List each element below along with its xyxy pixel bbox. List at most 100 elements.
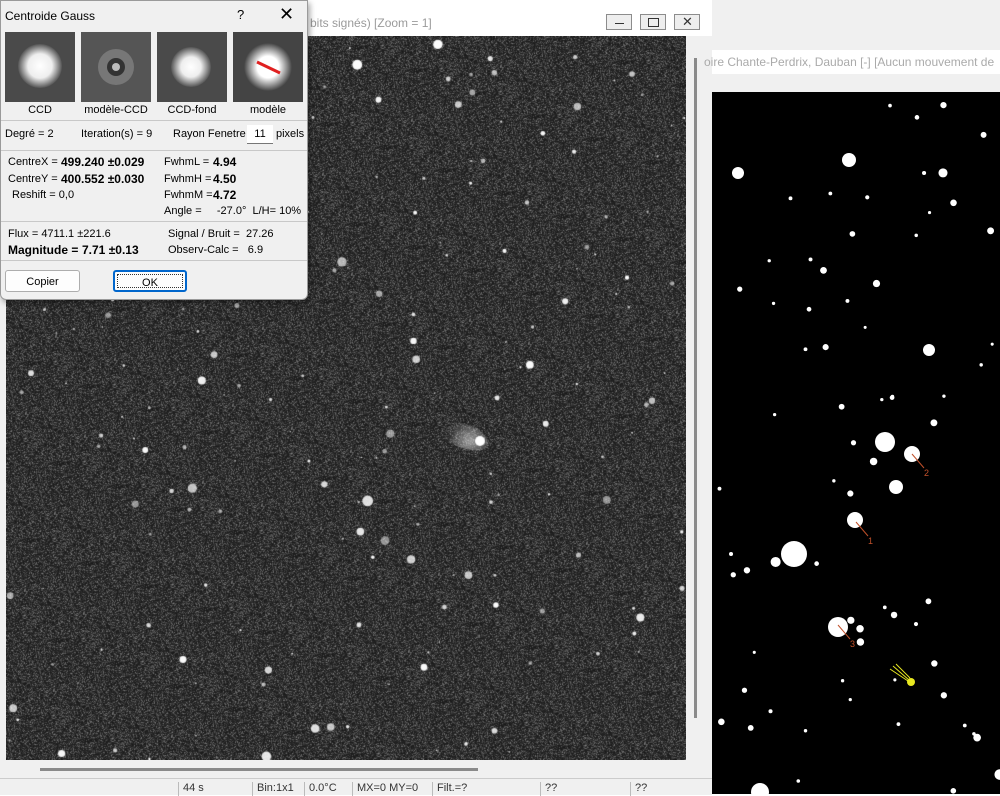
signal-noise-label: Signal / Bruit = 27.26: [168, 228, 274, 240]
fwhml-label: FwhmL =: [164, 156, 210, 168]
vertical-scrollbar[interactable]: [686, 36, 706, 760]
map-star: [847, 616, 855, 624]
map-star: [930, 419, 938, 427]
map-star: [856, 625, 864, 633]
map-star: [730, 572, 736, 578]
thumbnail-label: modèle: [249, 104, 287, 116]
copy-button[interactable]: Copier: [5, 270, 80, 292]
map-star: [806, 306, 812, 312]
map-star: [814, 561, 819, 566]
map-star: [925, 598, 932, 605]
ccd-background-image: [157, 32, 227, 102]
close-icon: ✕: [682, 14, 693, 29]
map-star: [914, 115, 920, 120]
map-star: [840, 679, 845, 683]
map-star: [922, 170, 927, 176]
fwhml-value: 4.94: [213, 155, 237, 169]
map-star: [747, 724, 754, 731]
window-radius-input[interactable]: 11: [247, 125, 273, 144]
centroid-gauss-dialog: Centroide Gauss ? ✕ CCD modèle-CCD CCD-f…: [0, 0, 308, 300]
map-label-leader: [855, 521, 869, 537]
map-star: [718, 718, 725, 726]
scroll-thumb[interactable]: [40, 768, 478, 771]
map-star: [832, 479, 836, 483]
map-star: [847, 490, 854, 497]
map-star: [803, 347, 808, 352]
gauss-model-image: [233, 32, 303, 102]
map-star: [880, 397, 884, 402]
scroll-thumb[interactable]: [694, 58, 697, 718]
map-star-bright: [842, 153, 856, 167]
map-star-bright: [847, 512, 863, 528]
map-star: [938, 168, 948, 178]
map-star: [872, 279, 881, 288]
sky-map[interactable]: 1 2 3: [712, 92, 1000, 794]
map-star: [940, 692, 948, 699]
ccd-star-image: [5, 32, 75, 102]
flux-label: Flux = 4711.1 ±221.6: [8, 228, 111, 240]
map-star: [942, 394, 946, 398]
ok-button[interactable]: OK: [113, 270, 187, 292]
map-star-bright: [875, 432, 895, 452]
centrex-value: 499.240 ±0.029: [61, 155, 145, 169]
map-star: [890, 394, 895, 399]
map-star: [771, 301, 776, 306]
map-star: [979, 363, 983, 367]
divider: [1, 221, 307, 222]
map-star: [950, 788, 957, 794]
sky-map-window: oire Chante-Perdrix, Dauban [-] [Aucun m…: [704, 0, 1000, 794]
map-star: [838, 403, 845, 410]
status-bar: 44 s Bin:1x1 0.0°C MX=0 MY=0 Filt.=? ?? …: [0, 778, 712, 796]
map-star: [848, 697, 852, 702]
map-star-label: 2: [924, 468, 929, 478]
map-star: [796, 779, 801, 783]
map-star-bright: [923, 344, 935, 356]
close-window-button[interactable]: ✕: [674, 14, 700, 30]
maximize-button[interactable]: [640, 14, 666, 30]
map-star: [962, 723, 967, 728]
horizontal-scrollbar[interactable]: [6, 760, 686, 778]
map-star: [882, 605, 887, 610]
iterations-label: Iteration(s) = 9: [81, 128, 153, 140]
map-star: [927, 211, 932, 215]
centrey-value: 400.552 ±0.030: [61, 172, 145, 186]
map-star-bright: [751, 783, 769, 794]
map-star: [741, 687, 748, 693]
maximize-icon: [648, 18, 659, 27]
window-radius-label: Rayon Fenetre: [173, 128, 246, 140]
sky-map-title: oire Chante-Perdrix, Dauban [-] [Aucun m…: [704, 55, 995, 69]
sky-map-titlebar[interactable]: oire Chante-Perdrix, Dauban [-] [Aucun m…: [704, 50, 1000, 74]
window-radius-unit: pixels: [276, 128, 305, 140]
close-dialog-button[interactable]: ✕: [279, 4, 294, 25]
divider: [1, 260, 307, 261]
observ-calc-label: Observ-Calc = 6.9: [168, 244, 264, 256]
degree-label: Degré = 2: [5, 128, 54, 140]
map-star: [994, 769, 1000, 780]
divider: [1, 120, 307, 121]
minimize-button[interactable]: [606, 14, 632, 30]
model-thumbnail: [233, 32, 303, 102]
centrex-label: CentreX =: [8, 156, 58, 168]
map-star-label: 3: [850, 639, 855, 649]
map-star: [890, 611, 898, 619]
map-star: [973, 733, 981, 742]
map-star: [950, 199, 957, 207]
help-button[interactable]: ?: [237, 7, 244, 22]
map-star: [729, 551, 734, 556]
map-star: [865, 195, 870, 200]
angle-label: Angle = -27.0° L/H= 10%: [164, 205, 302, 217]
map-star-label: 1: [868, 536, 873, 546]
thumbnail-label: CCD-fond: [167, 104, 217, 116]
map-star: [940, 101, 947, 109]
map-star: [820, 266, 827, 274]
map-star: [856, 638, 865, 646]
minimize-icon: [615, 23, 624, 24]
divider: [1, 150, 307, 151]
map-star: [850, 440, 857, 446]
map-star: [717, 486, 722, 491]
image-window-title: bits signés) [Zoom = 1]: [310, 16, 432, 30]
map-star: [768, 709, 773, 714]
map-star: [803, 729, 808, 733]
map-star: [849, 231, 856, 237]
ccd-thumbnail: [5, 32, 75, 102]
